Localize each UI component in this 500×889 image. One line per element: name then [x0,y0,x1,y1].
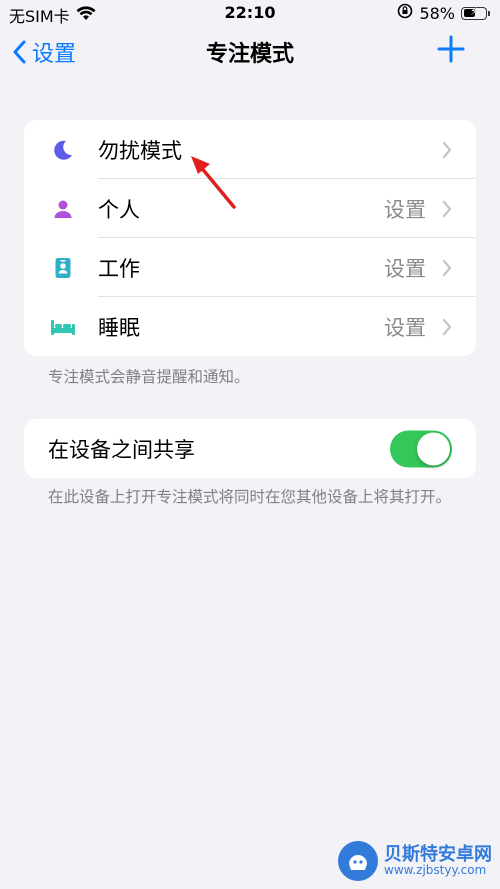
watermark-logo-icon [338,841,378,881]
annotation-arrow [191,156,236,209]
watermark: 贝斯特安卓网 www.zjbstyy.com [338,841,492,881]
watermark-title: 贝斯特安卓网 [384,843,492,865]
watermark-url: www.zjbstyy.com [384,863,487,878]
